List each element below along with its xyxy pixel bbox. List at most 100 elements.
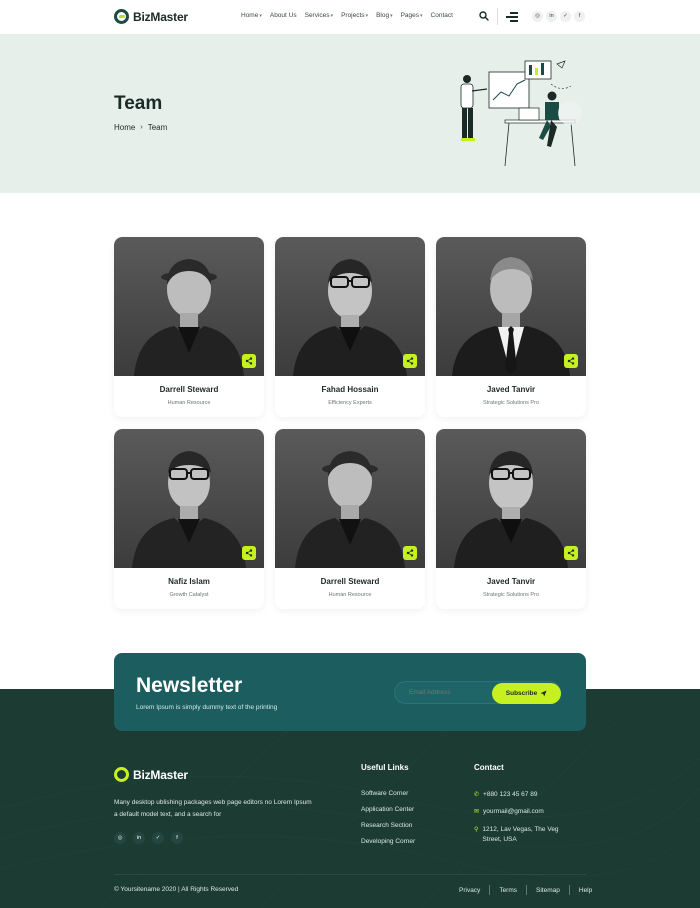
nav-projects[interactable]: Projects ▾ bbox=[341, 12, 368, 19]
member-name[interactable]: Darrell Steward bbox=[275, 577, 425, 586]
logo-icon bbox=[114, 767, 129, 782]
footer-link[interactable]: Application Center bbox=[361, 806, 414, 813]
footer-bottom-link-terms[interactable]: Terms bbox=[499, 887, 517, 894]
member-name[interactable]: Nafiz Islam bbox=[114, 577, 264, 586]
site-header: BizMaster Home ▾ About Us Services ▾ Proje… bbox=[0, 0, 700, 34]
member-name[interactable]: Javed Tanvir bbox=[436, 385, 586, 394]
share-icon[interactable] bbox=[564, 354, 578, 368]
member-role: Human Resource bbox=[328, 592, 372, 598]
footer-link[interactable]: Software Corner bbox=[361, 790, 408, 797]
address-text: 1212, Lav Vegas, The Veg Street, USA bbox=[482, 826, 559, 843]
member-name[interactable]: Fahad Hossain bbox=[275, 385, 425, 394]
instagram-icon[interactable]: ◎ bbox=[114, 832, 126, 844]
copyright: © Yoursitename 2020 | All Rights Reserve… bbox=[114, 886, 239, 893]
footer-divider bbox=[114, 874, 586, 875]
useful-links-heading: Useful Links bbox=[361, 763, 409, 772]
share-icon[interactable] bbox=[564, 546, 578, 560]
footer-bottom-links: Privacy Terms Sitemap Help bbox=[459, 885, 592, 895]
logo-icon bbox=[114, 9, 129, 24]
newsletter-box: Newsletter Lorem Ipsum is simply dummy t… bbox=[114, 653, 586, 731]
linkedin-icon[interactable]: in bbox=[546, 11, 557, 22]
newsletter-subtitle: Lorem Ipsum is simply dummy text of the … bbox=[136, 704, 278, 711]
send-icon bbox=[540, 690, 547, 697]
breadcrumb: Home › Team bbox=[114, 123, 167, 132]
nav-home[interactable]: Home ▾ bbox=[241, 12, 262, 19]
breadcrumb-separator-icon: › bbox=[140, 124, 143, 131]
brand-name: BizMaster bbox=[133, 9, 188, 24]
team-card[interactable]: Darrell Steward Human Resource bbox=[114, 237, 264, 417]
footer-bottom-link-help[interactable]: Help bbox=[579, 887, 592, 894]
nav-contact-label: Contact bbox=[430, 12, 453, 19]
nav-blog-label: Blog bbox=[376, 12, 390, 19]
nav-contact[interactable]: Contact bbox=[431, 12, 453, 19]
chevron-down-icon: ▾ bbox=[259, 12, 262, 19]
team-card[interactable]: Javed Tanvir Strategic Solutions Pro bbox=[436, 237, 586, 417]
footer-link[interactable]: Developing Corner bbox=[361, 838, 415, 845]
nav-about[interactable]: About Us bbox=[270, 12, 297, 19]
subscribe-label: Subscribe bbox=[505, 690, 538, 697]
breadcrumb-home[interactable]: Home bbox=[114, 123, 135, 132]
instagram-icon[interactable]: ◎ bbox=[532, 11, 543, 22]
facebook-icon[interactable]: f bbox=[574, 11, 585, 22]
separator bbox=[568, 885, 570, 895]
menu-icon[interactable] bbox=[506, 12, 518, 22]
twitter-icon[interactable]: ✓ bbox=[152, 832, 164, 844]
chevron-down-icon: ▾ bbox=[365, 12, 369, 19]
email-input[interactable] bbox=[409, 689, 489, 696]
member-name[interactable]: Javed Tanvir bbox=[436, 577, 586, 586]
share-icon[interactable] bbox=[403, 354, 417, 368]
header-divider bbox=[497, 8, 498, 25]
nav-projects-label: Projects bbox=[341, 12, 365, 19]
brand-logo[interactable]: BizMaster bbox=[114, 9, 188, 24]
member-role: Efficiency Experts bbox=[328, 400, 372, 406]
footer-link[interactable]: Research Section bbox=[361, 822, 412, 829]
nav-services[interactable]: Services ▾ bbox=[305, 12, 333, 19]
footer-social-links: ◎ in ✓ f bbox=[114, 832, 183, 844]
team-card[interactable]: Fahad Hossain Efficiency Experts bbox=[275, 237, 425, 417]
contact-email[interactable]: ✉ yourmail@gmail.com bbox=[474, 807, 544, 817]
contact-address: ⚲ 1212, Lav Vegas, The Veg Street, USA bbox=[474, 825, 574, 845]
header-social-links: ◎ in ✓ f bbox=[532, 11, 585, 22]
separator bbox=[489, 885, 491, 895]
chevron-down-icon: ▾ bbox=[420, 12, 423, 19]
location-pin-icon: ⚲ bbox=[474, 827, 479, 833]
share-icon[interactable] bbox=[242, 546, 256, 560]
breadcrumb-current: Team bbox=[147, 123, 168, 132]
page-hero: Team Home › Team bbox=[0, 34, 700, 193]
contact-phone[interactable]: ✆ +880 123 45 67 89 bbox=[474, 790, 537, 800]
mail-icon: ✉ bbox=[474, 809, 480, 815]
member-role: Strategic Solutions Pro bbox=[483, 400, 539, 406]
nav-blog[interactable]: Blog ▾ bbox=[376, 12, 393, 19]
contact-heading: Contact bbox=[474, 763, 504, 772]
footer-logo[interactable]: BizMaster bbox=[114, 767, 188, 782]
share-icon[interactable] bbox=[403, 546, 417, 560]
search-icon[interactable] bbox=[479, 11, 489, 21]
member-role: Human Resource bbox=[167, 400, 211, 406]
chevron-down-icon: ▾ bbox=[390, 12, 393, 19]
member-role: Growth Catalyst bbox=[169, 592, 209, 598]
twitter-icon[interactable]: ✓ bbox=[560, 11, 571, 22]
share-icon[interactable] bbox=[242, 354, 256, 368]
team-card[interactable]: Darrell Steward Human Resource bbox=[275, 429, 425, 609]
linkedin-icon[interactable]: in bbox=[133, 832, 145, 844]
separator bbox=[526, 885, 528, 895]
member-role: Strategic Solutions Pro bbox=[483, 592, 539, 598]
subscribe-button[interactable]: Subscribe bbox=[492, 683, 561, 704]
email-text: yourmail@gmail.com bbox=[483, 808, 544, 815]
nav-pages-label: Pages bbox=[400, 12, 420, 19]
nav-pages[interactable]: Pages ▾ bbox=[401, 12, 423, 19]
team-card[interactable]: Nafiz Islam Growth Catalyst bbox=[114, 429, 264, 609]
member-name[interactable]: Darrell Steward bbox=[114, 385, 264, 394]
page-title: Team bbox=[114, 93, 163, 114]
nav-home-label: Home bbox=[241, 12, 259, 19]
nav-services-label: Services bbox=[304, 12, 330, 19]
team-card[interactable]: Javed Tanvir Strategic Solutions Pro bbox=[436, 429, 586, 609]
phone-icon: ✆ bbox=[474, 792, 480, 798]
footer-bottom-link-sitemap[interactable]: Sitemap bbox=[536, 887, 560, 894]
facebook-icon[interactable]: f bbox=[171, 832, 183, 844]
chevron-down-icon: ▾ bbox=[330, 12, 334, 19]
footer-bottom-link-privacy[interactable]: Privacy bbox=[459, 887, 480, 894]
nav-about-label: About Us bbox=[269, 12, 297, 19]
footer-brand-name: BizMaster bbox=[133, 767, 188, 782]
team-illustration bbox=[460, 60, 582, 167]
